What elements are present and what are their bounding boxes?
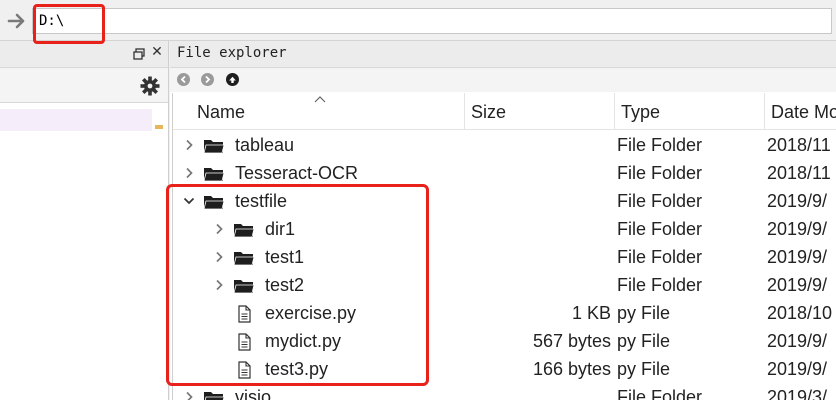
folder-icon — [204, 392, 225, 400]
file-size — [471, 383, 611, 400]
file-date-modified: 2019/9/ — [767, 331, 828, 351]
table-row[interactable]: tableau File Folder 2018/11 — [173, 131, 836, 159]
file-name: tableau — [235, 135, 295, 155]
column-header-name[interactable]: Name — [173, 93, 465, 129]
file-size: 567 bytes — [532, 331, 611, 351]
file-date-modified: 2019/3/ — [767, 387, 828, 400]
file-size — [471, 159, 611, 187]
file-date-modified: 2019/9/ — [767, 275, 828, 295]
close-icon[interactable]: ✕ — [150, 45, 164, 59]
file-date-modified: 2018/10 — [767, 303, 833, 323]
folder-icon — [203, 140, 225, 154]
path-input[interactable]: D:\ — [32, 8, 832, 34]
file-size: 166 bytes — [532, 359, 611, 379]
app-window: D:\ ✕ File explorer Name Size Type Date … — [0, 0, 836, 400]
file-type: py File — [617, 303, 671, 323]
table-header: Name Size Type Date Mo — [173, 93, 836, 130]
chevron-right-icon[interactable] — [183, 391, 195, 400]
annotation-box-path — [33, 4, 105, 44]
scroll-marker — [155, 125, 163, 129]
file-explorer-toolbar — [170, 68, 836, 92]
annotation-box-testfile — [166, 184, 429, 386]
file-explorer-title: File explorer — [177, 45, 287, 61]
file-type: File Folder — [617, 387, 703, 400]
file-size — [471, 131, 611, 159]
file-date-modified: 2019/9/ — [767, 247, 828, 267]
column-header-name-label: Name — [197, 102, 246, 122]
path-toolbar: D:\ — [0, 0, 836, 41]
left-pane-toolbar — [0, 68, 168, 103]
file-type: py File — [617, 359, 671, 379]
column-header-type-label: Type — [621, 102, 661, 122]
selected-line — [0, 109, 152, 131]
file-date-modified: 2018/11 — [767, 163, 831, 183]
parent-directory-icon[interactable] — [225, 72, 240, 87]
column-header-date[interactable]: Date Mo — [765, 93, 836, 129]
folder-icon — [203, 168, 225, 182]
left-pane-header: ✕ — [0, 41, 168, 68]
file-size — [471, 271, 611, 299]
file-date-modified: 2018/11 — [767, 135, 831, 155]
file-size — [471, 187, 611, 215]
file-type: File Folder — [617, 135, 703, 155]
file-name: Tesseract-OCR — [235, 163, 359, 183]
file-date-modified: 2019/9/ — [767, 359, 828, 379]
forward-icon[interactable] — [200, 72, 215, 87]
file-date-modified: 2019/9/ — [767, 219, 828, 239]
undock-icon[interactable] — [133, 48, 145, 60]
file-type: File Folder — [617, 191, 703, 211]
chevron-right-icon[interactable] — [183, 139, 195, 151]
column-header-type[interactable]: Type — [615, 93, 765, 129]
column-header-size[interactable]: Size — [465, 93, 615, 129]
file-size — [471, 215, 611, 243]
left-pane: ✕ — [0, 41, 169, 400]
file-date-modified: 2019/9/ — [767, 191, 828, 211]
file-size — [471, 243, 611, 271]
arrow-right-icon[interactable] — [6, 10, 28, 32]
file-type: File Folder — [617, 275, 703, 295]
file-explorer-title-bar: File explorer — [170, 41, 836, 68]
table-row[interactable]: Tesseract-OCR File Folder 2018/11 — [173, 159, 836, 187]
file-type: File Folder — [617, 219, 703, 239]
column-header-date-label: Date Mo — [771, 102, 836, 122]
gear-icon[interactable] — [140, 76, 160, 96]
back-icon[interactable] — [176, 72, 191, 87]
file-type: File Folder — [617, 247, 703, 267]
column-header-size-label: Size — [471, 102, 507, 122]
file-size: 1 KB — [571, 303, 611, 323]
file-type: py File — [617, 331, 671, 351]
file-type: File Folder — [617, 163, 703, 183]
chevron-right-icon[interactable] — [183, 167, 195, 179]
sort-ascending-icon — [314, 96, 326, 103]
